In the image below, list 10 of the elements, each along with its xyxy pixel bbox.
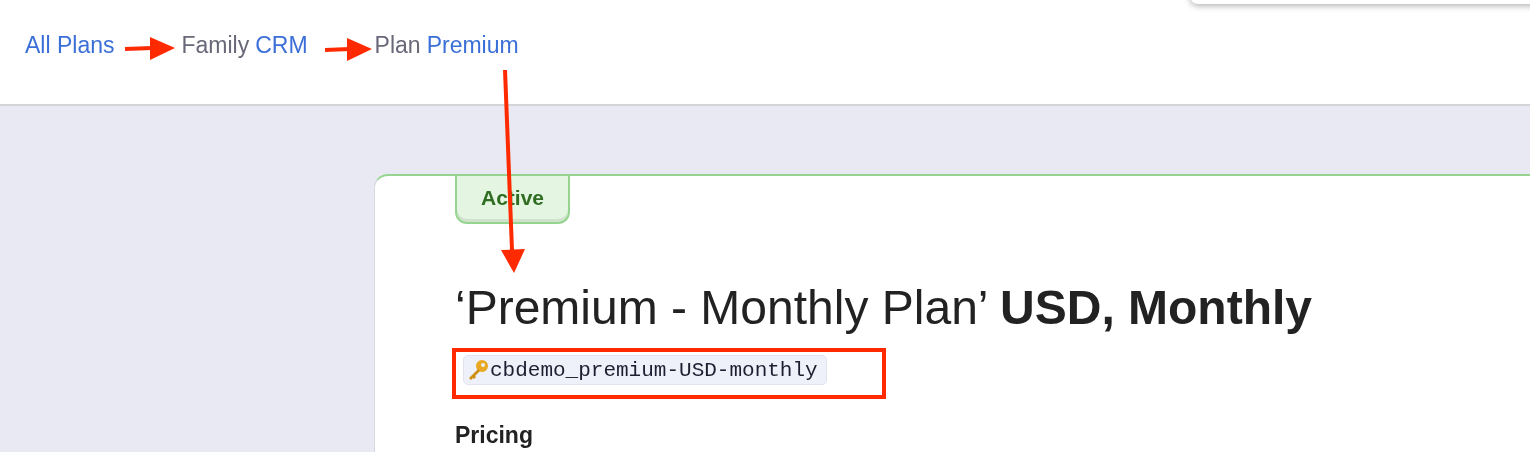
breadcrumb-link[interactable]: CRM xyxy=(255,31,308,59)
breadcrumb-label: Family xyxy=(181,31,250,59)
arrow-annotation xyxy=(124,37,175,60)
plan-id-chip: cbdemo_premium-USD-monthly xyxy=(463,355,827,385)
plan-title: ‘Premium - Monthly Plan’ USD, Monthly xyxy=(455,280,1314,335)
breadcrumb-label: Plan xyxy=(374,31,421,59)
breadcrumb-link[interactable]: Premium xyxy=(426,31,519,59)
arrow-annotation xyxy=(324,38,372,61)
section-heading: Pricing xyxy=(455,422,534,449)
breadcrumb-link[interactable]: All Plans xyxy=(25,31,115,59)
